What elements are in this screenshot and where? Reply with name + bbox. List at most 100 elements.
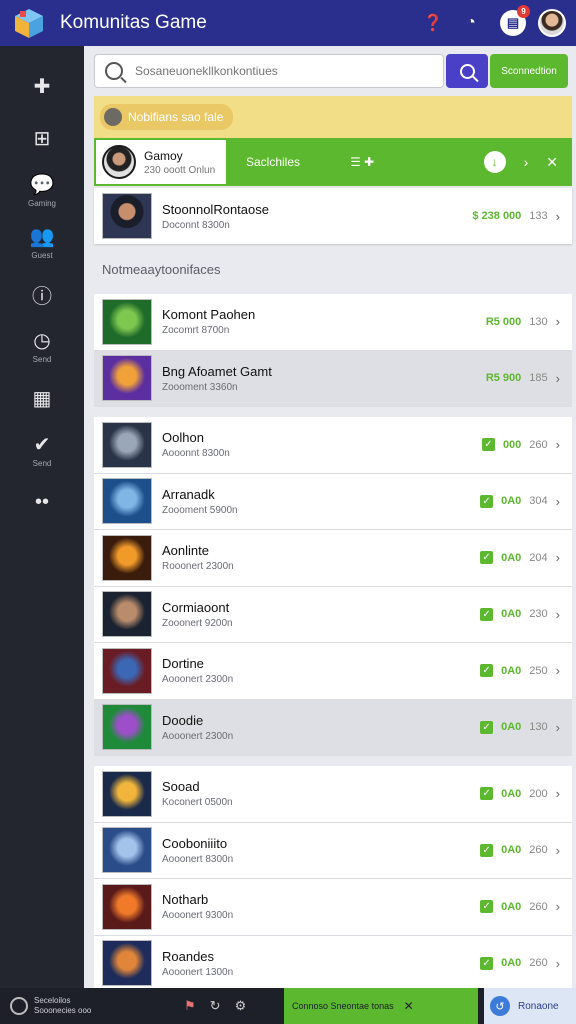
- status-line-1: Seceloilos: [34, 996, 71, 1005]
- game-thumbnail: [102, 421, 152, 468]
- featured-label: Saclchiles: [246, 155, 301, 169]
- list-item[interactable]: Dortine Aooonert 2300n ✓ 0A0 250 ›: [94, 643, 572, 700]
- search-field[interactable]: [94, 54, 444, 88]
- featured-title: Gamoy: [144, 148, 183, 163]
- section-label: Notmeaaytoonifaces: [102, 262, 221, 277]
- sidebar-item-5[interactable]: ◷ Send: [0, 320, 84, 372]
- close-icon[interactable]: ✕: [546, 154, 558, 171]
- close-icon[interactable]: ✕: [404, 999, 414, 1013]
- sidebar-item-8[interactable]: ••: [0, 476, 84, 528]
- list-item[interactable]: Oolhon Aooonnt 8300n ✓ 000 260 ›: [94, 417, 572, 474]
- game-value: 0A0: [501, 551, 522, 564]
- banner-pill[interactable]: Nobifians sao fale: [100, 104, 234, 130]
- alert-icon[interactable]: ⚑: [184, 998, 196, 1014]
- game-title: Doodie: [162, 712, 204, 728]
- sidebar-item-label: Gaming: [27, 199, 56, 208]
- game-value: R5 900: [485, 372, 522, 385]
- chevron-right-icon[interactable]: ›: [556, 437, 560, 452]
- chevron-right-icon[interactable]: ›: [556, 786, 560, 801]
- sidebar-item-label: Send: [32, 459, 52, 468]
- game-subtitle: Koconert 0500n: [162, 797, 233, 809]
- sidebar-item-6[interactable]: ▦: [0, 372, 84, 424]
- featured-avatar: [102, 145, 136, 179]
- list-item[interactable]: Bng Afoamet Gamt Zoooment 3360n R5 900 185 ›: [94, 350, 572, 407]
- chevron-right-icon[interactable]: ›: [556, 899, 560, 914]
- check-icon: ✓: [480, 787, 494, 801]
- history-icon[interactable]: ◔: [458, 10, 484, 36]
- game-thumbnail: [102, 940, 152, 987]
- sidebar-item-1[interactable]: ⊞: [0, 112, 84, 164]
- game-subtitle: Aooonert 9300n: [162, 910, 234, 922]
- top-item-subtitle: Doconnt 8300n: [162, 219, 230, 231]
- chevron-right-icon[interactable]: ›: [556, 956, 560, 971]
- game-thumbnail: [102, 883, 152, 930]
- next-icon[interactable]: ›: [524, 154, 529, 170]
- game-thumbnail: [102, 478, 152, 525]
- game-count: 185: [529, 372, 548, 385]
- chevron-right-icon[interactable]: ›: [556, 607, 560, 622]
- list-item[interactable]: Sooad Koconert 0500n ✓ 0A0 200 ›: [94, 766, 572, 823]
- settings-icon[interactable]: ⚙: [235, 998, 247, 1014]
- game-thumbnail: [102, 647, 152, 694]
- game-subtitle: Zoooment 5900n: [162, 504, 238, 516]
- list-item[interactable]: Cooboniiito Aooonert 8300n ✓ 0A0 260 ›: [94, 822, 572, 879]
- refresh-icon[interactable]: ↻: [210, 998, 221, 1014]
- app-logo-icon[interactable]: [12, 6, 46, 40]
- download-icon[interactable]: ↓: [483, 151, 506, 173]
- sidebar-item-2[interactable]: 💬 Gaming: [0, 164, 84, 216]
- game-value: 0A0: [501, 608, 522, 621]
- users-icon: 👥: [29, 225, 55, 248]
- game-title: Oolhon: [162, 430, 204, 446]
- search-icon: [105, 62, 123, 80]
- featured-bar: Gamoy 230 ooott Onlun Saclchiles ☰ ✚ ↓ ›…: [94, 138, 572, 186]
- check-icon: ✔: [33, 433, 51, 456]
- game-subtitle: Aooonnt 8300n: [162, 448, 230, 460]
- list-item[interactable]: Doodie Aooonert 2300n ✓ 0A0 130 ›: [94, 699, 572, 756]
- response-button[interactable]: ↺ Ronaone: [484, 988, 576, 1024]
- game-value: 0A0: [501, 957, 522, 970]
- game-count: 204: [529, 551, 548, 564]
- game-value: 0A0: [501, 844, 522, 857]
- chevron-right-icon[interactable]: ›: [556, 494, 560, 509]
- search-icon: [459, 63, 475, 79]
- list-item[interactable]: Roandes Aooonert 1300n ✓ 0A0 260 ›: [94, 935, 572, 992]
- chevron-right-icon[interactable]: ›: [556, 371, 560, 386]
- chevron-right-icon[interactable]: ›: [556, 720, 560, 735]
- list-item[interactable]: Cormiaoont Zooonert 9200n ✓ 0A0 230 ›: [94, 586, 572, 643]
- featured-card[interactable]: Gamoy 230 ooott Onlun: [94, 138, 228, 186]
- list-item[interactable]: Aonlinte Rooonert 2300n ✓ 0A0 204 ›: [94, 530, 572, 587]
- list-item[interactable]: Arranadk Zoooment 5900n ✓ 0A0 304 ›: [94, 473, 572, 530]
- game-value: 0A0: [501, 495, 522, 508]
- sidebar: ✚ ⊞ 💬 Gaming 👥 Guest ⓘ ◷ Send ▦ ✔ Send ••: [0, 46, 84, 988]
- sidebar-item-4[interactable]: ⓘ: [0, 268, 84, 320]
- game-value: 0A0: [501, 721, 522, 734]
- game-count: 260: [529, 438, 548, 451]
- help-icon[interactable]: ❓: [420, 10, 446, 36]
- sidebar-item-0[interactable]: ✚: [0, 60, 84, 112]
- game-value: 0A0: [501, 664, 522, 677]
- notification-icon[interactable]: ▤ 9: [500, 5, 530, 36]
- check-icon: ✓: [481, 438, 495, 452]
- list-item[interactable]: Komont Paohen Zocomrt 8700n R5 000 130 ›: [94, 294, 572, 351]
- chevron-right-icon[interactable]: ›: [556, 550, 560, 565]
- chevron-right-icon[interactable]: ›: [556, 843, 560, 858]
- chevron-right-icon[interactable]: ›: [556, 663, 560, 678]
- game-thumbnail: [102, 355, 152, 402]
- game-title: Aonlinte: [162, 543, 209, 559]
- notification-banner: Nobifians sao fale: [94, 96, 572, 138]
- check-icon: ✓: [480, 551, 494, 565]
- sidebar-item-7[interactable]: ✔ Send: [0, 424, 84, 476]
- search-input[interactable]: [135, 64, 435, 78]
- featured-tools[interactable]: ☰ ✚: [350, 155, 430, 169]
- search-button[interactable]: [446, 54, 488, 88]
- game-title: Sooad: [162, 779, 200, 795]
- connection-button[interactable]: Sconnedtion: [490, 54, 568, 88]
- list-item[interactable]: Notharb Aooonert 9300n ✓ 0A0 260 ›: [94, 879, 572, 936]
- chevron-right-icon[interactable]: ›: [556, 314, 560, 329]
- chevron-right-icon[interactable]: ›: [556, 209, 560, 224]
- game-title: Cormiaoont: [162, 599, 230, 615]
- top-item-row[interactable]: StoonnolRontaose Doconnt 8300n $ 238 000…: [94, 188, 572, 244]
- connect-status-bar[interactable]: Connoso Sneontae tonas ✕: [284, 988, 478, 1024]
- user-avatar[interactable]: [538, 9, 566, 37]
- sidebar-item-3[interactable]: 👥 Guest: [0, 216, 84, 268]
